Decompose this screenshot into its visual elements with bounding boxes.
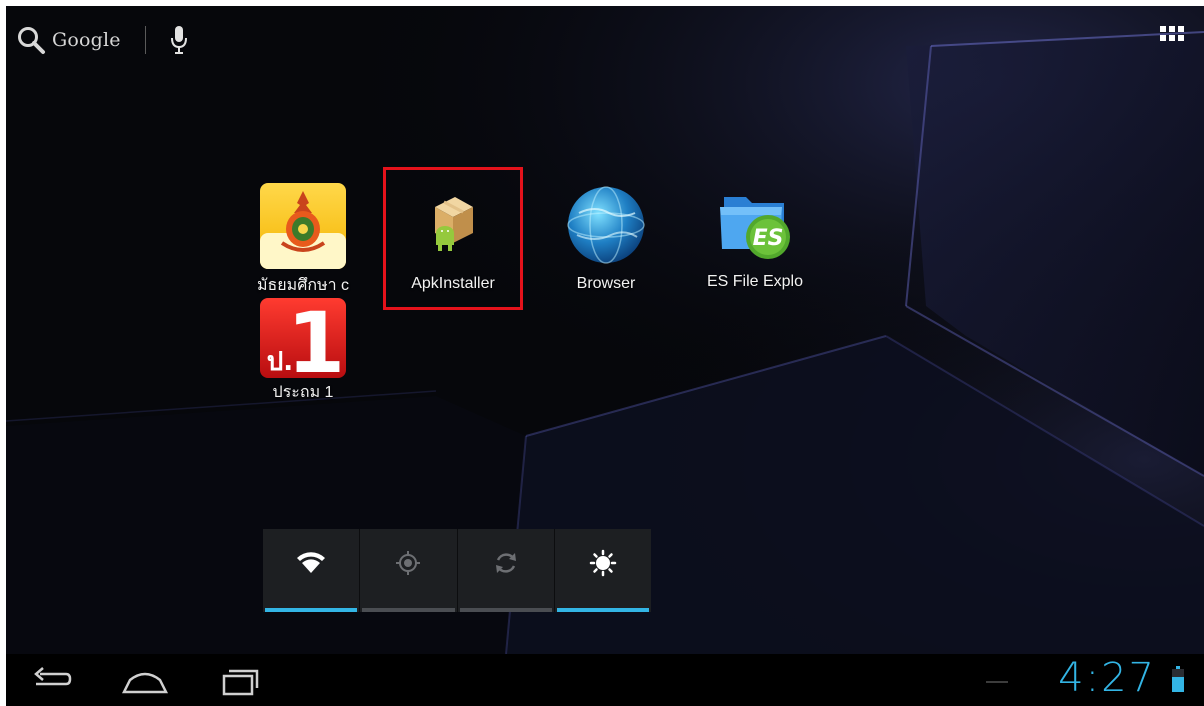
brightness-icon	[589, 549, 617, 577]
globe-icon	[567, 186, 645, 264]
clock[interactable]: 4:27	[1058, 655, 1156, 701]
gps-icon	[396, 551, 421, 575]
wifi-toggle[interactable]	[263, 529, 361, 612]
wifi-icon	[297, 552, 326, 573]
app-es-file-explorer[interactable]: ES ES File Explo	[694, 183, 816, 291]
sync-icon	[495, 553, 516, 573]
wifi-indicator	[265, 608, 358, 612]
app-browser[interactable]: Browser	[545, 183, 667, 293]
back-icon[interactable]	[26, 662, 76, 698]
microphone-icon[interactable]	[170, 25, 188, 55]
home-icon[interactable]	[120, 662, 170, 698]
gps-toggle[interactable]	[360, 529, 458, 612]
sync-indicator	[459, 608, 552, 612]
app-label: มัธยมศึกษา c	[256, 277, 350, 294]
brightness-indicator	[556, 608, 649, 612]
app-label: ประถม 1	[272, 384, 334, 401]
school-emblem-icon	[260, 183, 346, 269]
es-folder-icon: ES	[720, 197, 790, 259]
search-icon[interactable]	[16, 25, 46, 55]
recent-apps-icon[interactable]	[214, 662, 264, 698]
sync-toggle[interactable]	[458, 529, 555, 612]
svg-text:ES: ES	[753, 226, 784, 251]
app-grade-1[interactable]: 1 ป. ประถม 1	[242, 298, 364, 405]
svg-text:ป.: ป.	[267, 347, 293, 377]
google-search-bar[interactable]: Google	[16, 20, 188, 60]
home-screen: Google มัธยมศึกษา c ApkInstaller Browser…	[6, 6, 1204, 706]
app-school-secondary[interactable]: มัธยมศึกษา c	[242, 183, 364, 298]
gps-indicator	[362, 608, 455, 612]
power-control-widget	[263, 529, 651, 612]
brightness-toggle[interactable]	[555, 529, 651, 612]
notification-area[interactable]	[986, 681, 1008, 683]
svg-text:1: 1	[287, 298, 345, 378]
google-search-label[interactable]: Google	[52, 29, 121, 51]
all-apps-icon[interactable]	[1160, 26, 1184, 50]
battery-icon[interactable]	[1172, 666, 1184, 692]
grade1-icon: 1 ป.	[260, 298, 346, 378]
app-label: ES File Explo	[706, 273, 804, 290]
app-label: Browser	[576, 275, 636, 292]
system-bar: 4:27	[6, 654, 1204, 706]
apkinstaller-highlight	[383, 167, 523, 310]
search-divider	[144, 26, 146, 54]
